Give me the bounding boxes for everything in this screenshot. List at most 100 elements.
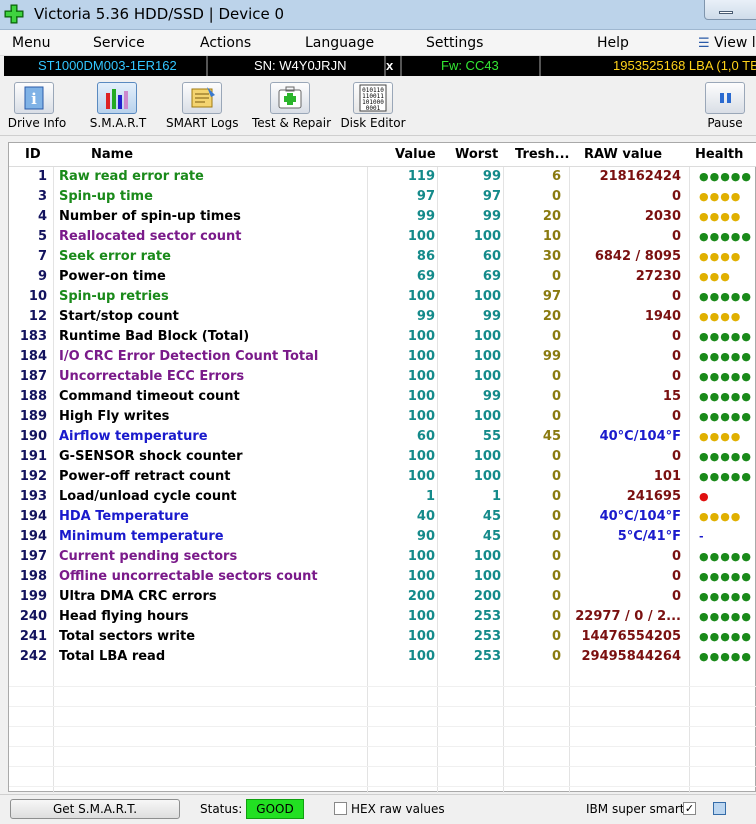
- row-id: 199: [19, 589, 47, 604]
- table-row[interactable]: 10 Spin-up retries 100 100 97 0 ●●●●●: [9, 287, 756, 307]
- row-id: 191: [19, 449, 47, 464]
- row-name: Offline uncorrectable sectors count: [59, 569, 318, 584]
- header-name[interactable]: Name: [91, 147, 133, 162]
- row-raw-value: 0: [671, 229, 681, 244]
- device-close-button[interactable]: x: [386, 58, 393, 73]
- row-worst: 253: [473, 649, 501, 664]
- smart-logs-icon: [182, 82, 222, 114]
- test-repair-button[interactable]: Test & Repair: [252, 78, 331, 134]
- header-raw[interactable]: RAW value: [584, 147, 662, 162]
- row-value: 100: [407, 569, 435, 584]
- table-row[interactable]: 187 Uncorrectable ECC Errors 100 100 0 0 ●●●●●: [9, 367, 756, 387]
- table-row[interactable]: 4 Number of spin-up times 99 99 20 2030 ●●●●: [9, 207, 756, 227]
- row-tresh: 20: [542, 309, 561, 324]
- row-worst: 100: [473, 369, 501, 384]
- table-row[interactable]: 199 Ultra DMA CRC errors 200 200 0 0 ●●●●●: [9, 587, 756, 607]
- table-row[interactable]: 193 Load/unload cycle count 1 1 0 241695 ●: [9, 487, 756, 507]
- table-row[interactable]: 191 G-SENSOR shock counter 100 100 0 0 ●●●●●: [9, 447, 756, 467]
- row-value: 90: [416, 529, 435, 544]
- row-worst: 100: [473, 329, 501, 344]
- smart-button[interactable]: S.M.A.R.T: [86, 78, 150, 134]
- menu-item-settings[interactable]: Settings: [426, 35, 483, 51]
- row-worst: 100: [473, 549, 501, 564]
- row-name: Uncorrectable ECC Errors: [59, 369, 245, 384]
- row-value: 100: [407, 649, 435, 664]
- row-id: 9: [37, 269, 47, 284]
- table-row[interactable]: 7 Seek error rate 86 60 30 6842 / 8095 ●●●●: [9, 247, 756, 267]
- table-row[interactable]: 192 Power-off retract count 100 100 0 101 ●●●●…: [9, 467, 756, 487]
- table-row[interactable]: 194 HDA Temperature 40 45 0 40°C/104°F ●●●●: [9, 507, 756, 527]
- row-raw-value: 1940: [644, 309, 681, 324]
- table-row[interactable]: 240 Head flying hours 100 253 0 22977 / 0 / 2…: [9, 607, 756, 627]
- row-value: 119: [407, 169, 435, 184]
- row-raw-value: 0: [671, 349, 681, 364]
- row-name: Start/stop count: [59, 309, 179, 324]
- table-row[interactable]: 12 Start/stop count 99 99 20 1940 ●●●●: [9, 307, 756, 327]
- menu-item-help[interactable]: Help: [597, 35, 629, 51]
- header-worst[interactable]: Worst: [455, 147, 498, 162]
- table-row[interactable]: 3 Spin-up time 97 97 0 0 ●●●●: [9, 187, 756, 207]
- drive-info-button[interactable]: i Drive Info: [6, 78, 68, 134]
- menu-item-actions[interactable]: Actions: [200, 35, 251, 51]
- smart-logs-button[interactable]: SMART Logs: [166, 78, 238, 134]
- device-info-bar: ST1000DM003-1ER162 SN: W4Y0JRJN x Fw: CC…: [4, 56, 756, 76]
- row-value: 100: [407, 369, 435, 384]
- row-value: 100: [407, 609, 435, 624]
- hex-raw-checkbox[interactable]: [334, 802, 347, 815]
- table-row[interactable]: 198 Offline uncorrectable sectors count 10…: [9, 567, 756, 587]
- row-health: ●●●●●: [699, 230, 752, 243]
- row-name: Spin-up time: [59, 189, 153, 204]
- device-serial: SN: W4Y0JRJN: [254, 58, 347, 73]
- disk-editor-button[interactable]: 010110 110011 101000 0001 Disk Editor: [340, 78, 406, 134]
- row-health: ●●●●: [699, 190, 742, 203]
- row-id: 192: [19, 469, 47, 484]
- menu-item-language[interactable]: Language: [305, 35, 374, 51]
- menu-item-view[interactable]: ☰ View l: [698, 35, 756, 51]
- row-tresh: 0: [551, 649, 561, 664]
- table-row[interactable]: 184 I/O CRC Error Detection Count Total 10…: [9, 347, 756, 367]
- table-row[interactable]: 197 Current pending sectors 100 100 0 0 ●●●●●: [9, 547, 756, 567]
- row-worst: 100: [473, 349, 501, 364]
- header-tresh[interactable]: Tresh...: [515, 147, 569, 162]
- row-value: 40: [416, 509, 435, 524]
- option-square-button[interactable]: [713, 802, 726, 815]
- row-tresh: 45: [542, 429, 561, 444]
- table-row[interactable]: 9 Power-on time 69 69 0 27230 ●●●: [9, 267, 756, 287]
- table-row[interactable]: 241 Total sectors write 100 253 0 14476554205…: [9, 627, 756, 647]
- table-row[interactable]: 190 Airflow temperature 60 55 45 40°C/104°F ●●…: [9, 427, 756, 447]
- row-health: ●●●●●: [699, 370, 752, 383]
- row-name: Load/unload cycle count: [59, 489, 237, 504]
- pause-button[interactable]: Pause: [700, 78, 750, 134]
- svg-text:0001: 0001: [366, 105, 381, 112]
- row-value: 100: [407, 549, 435, 564]
- table-row[interactable]: 1 Raw read error rate 119 99 6 218162424 ●●●●●: [9, 167, 756, 187]
- row-name: G-SENSOR shock counter: [59, 449, 243, 464]
- header-health[interactable]: Health: [695, 147, 743, 162]
- row-raw-value: 5°C/41°F: [617, 529, 681, 544]
- row-name: Spin-up retries: [59, 289, 169, 304]
- menu-item-service[interactable]: Service: [93, 35, 145, 51]
- row-value: 100: [407, 629, 435, 644]
- get-smart-button[interactable]: Get S.M.A.R.T.: [10, 799, 180, 819]
- header-value[interactable]: Value: [395, 147, 436, 162]
- row-worst: 100: [473, 449, 501, 464]
- table-row[interactable]: 242 Total LBA read 100 253 0 29495844264 ●●●●●: [9, 647, 756, 667]
- table-row[interactable]: 183 Runtime Bad Block (Total) 100 100 0 0 ●●●●…: [9, 327, 756, 347]
- toolbar: i Drive Info S.M.A.R.T SMART Logs Test &…: [0, 78, 756, 136]
- row-worst: 97: [482, 189, 501, 204]
- row-raw-value: 29495844264: [581, 649, 682, 664]
- table-row[interactable]: 189 High Fly writes 100 100 0 0 ●●●●●: [9, 407, 756, 427]
- row-id: 7: [37, 249, 47, 264]
- minimize-button[interactable]: [704, 0, 756, 20]
- ibm-super-smart-checkbox[interactable]: ✓: [683, 802, 696, 815]
- row-worst: 200: [473, 589, 501, 604]
- row-health: ●●●●●: [699, 330, 752, 343]
- status-bar: Get S.M.A.R.T. Status: GOOD HEX raw valu…: [0, 794, 756, 824]
- menu-item-menu[interactable]: Menu: [12, 35, 50, 51]
- drive-info-icon: i: [14, 82, 54, 114]
- header-id[interactable]: ID: [25, 147, 41, 162]
- table-row[interactable]: 194 Minimum temperature 90 45 0 5°C/41°F -: [9, 527, 756, 547]
- table-row[interactable]: 188 Command timeout count 100 99 0 15 ●●●●●: [9, 387, 756, 407]
- smart-table: ID Name Value Worst Tresh... RAW value H…: [8, 142, 756, 793]
- table-row[interactable]: 5 Reallocated sector count 100 100 10 0 ●●●●●: [9, 227, 756, 247]
